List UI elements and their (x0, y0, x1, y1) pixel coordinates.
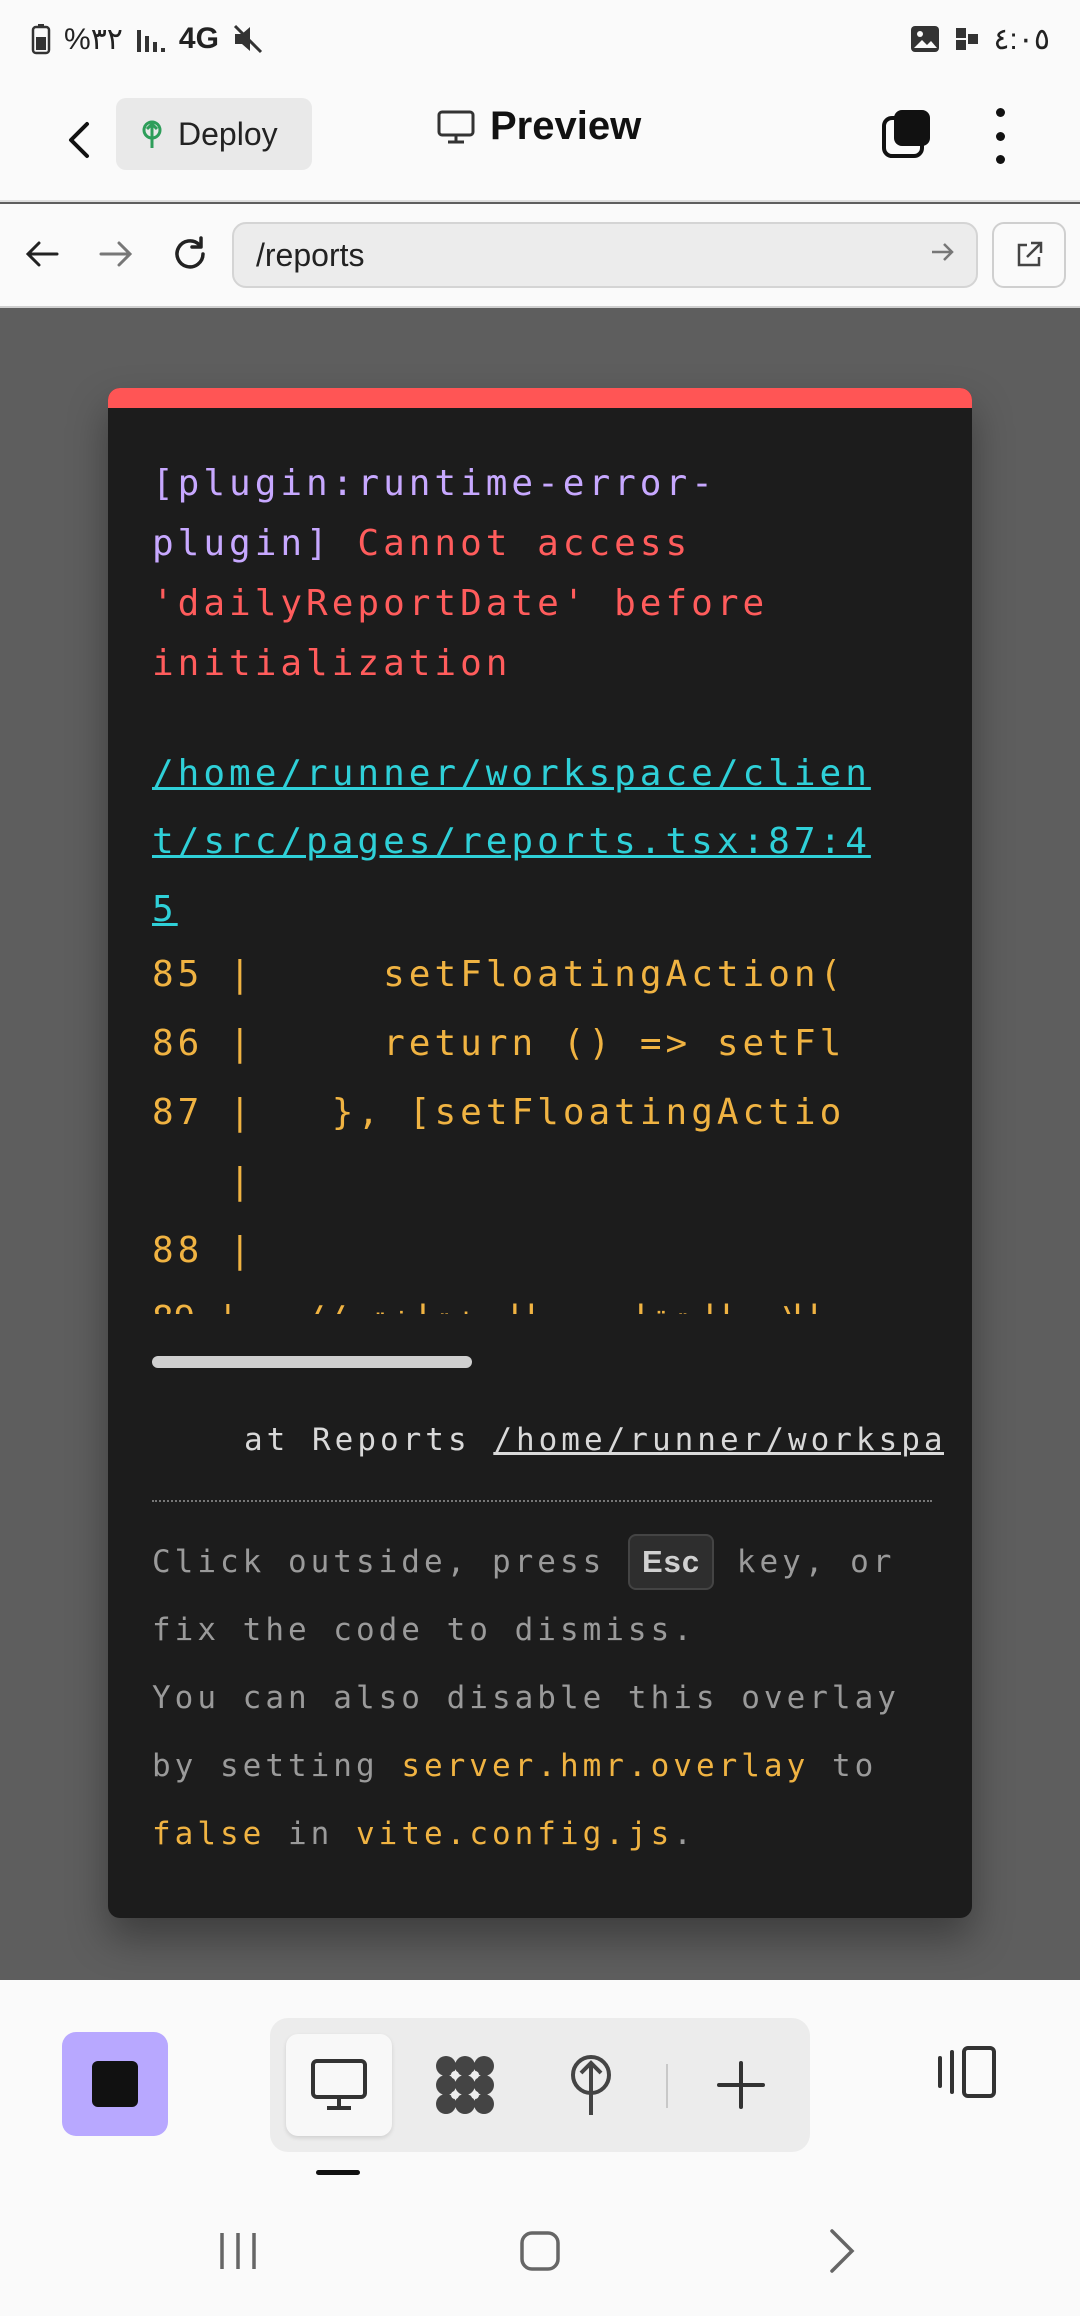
go-arrow-icon[interactable] (930, 238, 956, 272)
setting-value: false (152, 1816, 266, 1852)
chevron-left-icon (69, 122, 89, 158)
chevron-right-icon (830, 2229, 855, 2273)
apps-button[interactable] (412, 2034, 518, 2136)
preview-title: Preview (436, 104, 641, 149)
active-tab-indicator (316, 2170, 360, 2175)
battery-percentage: %٣٢ (64, 22, 123, 56)
preview-tab-button[interactable] (286, 2034, 392, 2136)
deploy-icon (142, 120, 162, 148)
code-line: 89 | // حالات التقارير المختلفة (152, 1299, 846, 1314)
status-right: ٤:٠٥ (909, 22, 1050, 57)
apps-icon (436, 2056, 494, 2114)
sidebar-toggle-icon (938, 2046, 996, 2098)
recent-apps-button[interactable] (198, 2216, 278, 2286)
system-back-button[interactable] (802, 2216, 882, 2286)
back-button[interactable] (50, 112, 106, 168)
home-icon (520, 2231, 560, 2271)
stop-button[interactable] (62, 2032, 168, 2136)
error-message: [plugin:runtime-error-plugin] Cannot acc… (152, 454, 872, 694)
deploy-button[interactable]: Deploy (116, 98, 312, 170)
tool-separator (666, 2064, 668, 2108)
home-button[interactable] (500, 2216, 580, 2286)
external-link-icon (1017, 241, 1043, 267)
tabs-icon (882, 110, 930, 158)
app-bar: Deploy Preview (0, 78, 1080, 202)
code-line: 85 | setFloatingAction( (152, 954, 846, 995)
status-bar: %٣٢ 4G ٤:٠٥ (0, 0, 1080, 78)
tabs-button[interactable] (880, 108, 934, 160)
app-notification-icon (956, 28, 979, 50)
url-text: /reports (256, 236, 365, 273)
arrow-right-icon (99, 241, 133, 267)
error-overlay: [plugin:runtime-error-plugin] Cannot acc… (108, 388, 972, 1918)
config-file-name: vite.config.js (356, 1816, 674, 1852)
monitor-icon (437, 110, 475, 143)
recent-apps-icon (220, 2233, 256, 2269)
add-tab-button[interactable] (688, 2034, 794, 2136)
browser-forward-button[interactable] (92, 226, 140, 282)
plus-icon (717, 2061, 765, 2109)
clock: ٤:٠٥ (993, 22, 1050, 56)
code-line: | (229, 1161, 255, 1202)
setting-name: server.hmr.overlay (401, 1748, 810, 1784)
deploy-label: Deploy (178, 115, 278, 152)
code-line: 87 | }, [setFloatingActio (152, 1092, 846, 1133)
deploy-tab-button[interactable] (538, 2034, 644, 2136)
url-input[interactable]: /reports (232, 222, 978, 288)
code-line: 88 | (152, 1230, 255, 1271)
error-file-link[interactable]: /home/runner/workspace/client/src/pages/… (152, 740, 892, 944)
preview-label: Preview (490, 104, 642, 148)
deploy-icon (571, 2055, 611, 2115)
stack-prefix: at Reports (244, 1422, 471, 1458)
browser-back-button[interactable] (18, 226, 66, 282)
overlay-divider (152, 1500, 932, 1502)
battery-icon (31, 24, 51, 55)
mute-icon (233, 24, 263, 54)
stop-icon (92, 2061, 138, 2107)
sidebar-toggle-button[interactable] (930, 2036, 1002, 2108)
code-frame: 85 | setFloatingAction( 86 | return () =… (152, 954, 932, 1314)
url-bar: /reports (0, 204, 1080, 308)
esc-key-badge: Esc (627, 1534, 715, 1590)
overlay-tip: Click outside, press Esc key, or fix the… (152, 1528, 932, 1868)
stack-file-link[interactable]: /home/runner/workspace/client/src/pages/… (493, 1422, 944, 1458)
status-left: %٣٢ 4G (30, 22, 265, 57)
gallery-notification-icon (911, 26, 940, 52)
more-options-icon[interactable] (980, 108, 1020, 164)
monitor-icon (311, 2059, 367, 2110)
reload-button[interactable] (166, 226, 214, 282)
open-external-button[interactable] (992, 222, 1066, 288)
reload-icon (175, 236, 205, 269)
network-type: 4G (178, 22, 219, 55)
signal-icon (136, 30, 165, 52)
tool-group (270, 2018, 810, 2152)
bottom-toolbar (0, 1980, 1080, 2180)
code-line: 86 | return () => setFl (152, 1023, 846, 1064)
overlay-accent-bar (108, 388, 972, 408)
system-nav-bar (0, 2180, 1080, 2316)
stack-trace: at Reports /home/runner/workspace/client… (244, 1422, 944, 1458)
arrow-left-icon (25, 241, 59, 267)
code-scrollbar[interactable] (152, 1356, 472, 1368)
